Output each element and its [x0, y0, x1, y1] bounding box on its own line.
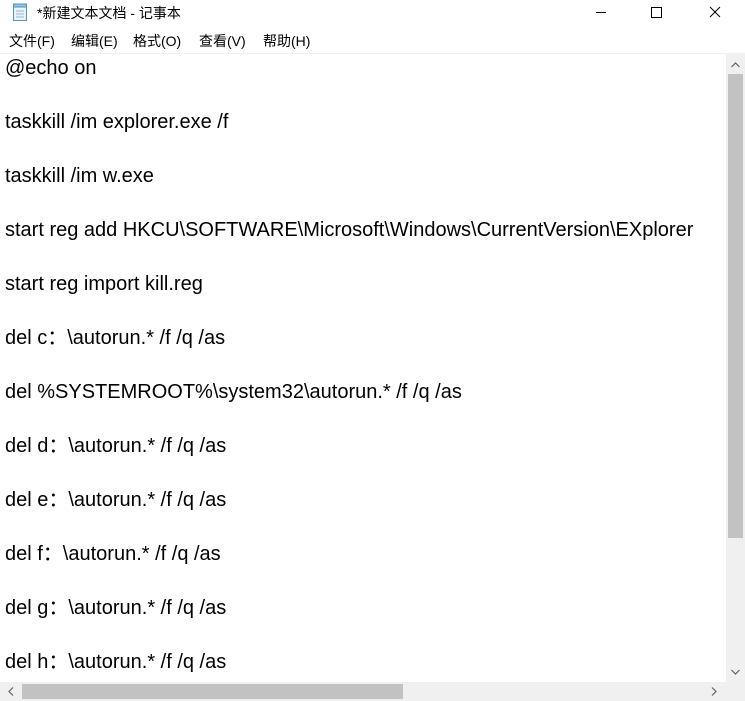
chevron-left-icon	[7, 687, 13, 696]
minimize-icon	[596, 12, 606, 13]
text-editor[interactable]: @echo on taskkill /im explorer.exe /f ta…	[0, 54, 726, 682]
editor-line: del d：\autorun.* /f /q /as	[5, 435, 227, 457]
scrollbar-corner	[726, 682, 745, 701]
chevron-right-icon	[711, 687, 717, 696]
editor-line: @echo on	[5, 57, 97, 79]
menu-file[interactable]: 文件(F)	[9, 31, 55, 51]
menu-bar: 文件(F) 编辑(E) 格式(O) 查看(V) 帮助(H)	[0, 29, 745, 51]
menu-view[interactable]: 查看(V)	[199, 31, 246, 51]
scroll-right-button[interactable]	[705, 682, 722, 701]
horizontal-scroll-thumb[interactable]	[22, 684, 403, 699]
close-button[interactable]	[692, 0, 738, 24]
editor-line: del %SYSTEMROOT%\system32\autorun.* /f /…	[5, 381, 462, 403]
minimize-button[interactable]	[578, 0, 624, 24]
close-icon	[709, 6, 721, 18]
vertical-scrollbar[interactable]	[726, 54, 745, 682]
chevron-down-icon	[731, 669, 740, 675]
menu-format[interactable]: 格式(O)	[133, 31, 181, 51]
editor-line: del e：\autorun.* /f /q /as	[5, 489, 227, 511]
menu-edit[interactable]: 编辑(E)	[71, 31, 118, 51]
scroll-up-button[interactable]	[726, 56, 745, 73]
title-bar[interactable]: *新建文本文档 - 记事本	[0, 0, 745, 24]
maximize-icon	[651, 7, 662, 18]
horizontal-scrollbar[interactable]	[0, 682, 726, 701]
editor-line: del h：\autorun.* /f /q /as	[5, 651, 227, 673]
scroll-left-button[interactable]	[2, 682, 19, 701]
editor-line: taskkill /im w.exe	[5, 165, 154, 187]
notepad-window: *新建文本文档 - 记事本 文件(F) 编辑(E) 格式(O) 查看(V) 帮助…	[0, 0, 745, 701]
editor-line: del c：\autorun.* /f /q /as	[5, 327, 226, 349]
vertical-scroll-thumb[interactable]	[728, 74, 743, 538]
editor-line: start reg add HKCU\SOFTWARE\Microsoft\Wi…	[5, 219, 694, 241]
editor-line: del f：\autorun.* /f /q /as	[5, 543, 221, 565]
maximize-button[interactable]	[633, 0, 679, 24]
editor-line: del g：\autorun.* /f /q /as	[5, 597, 227, 619]
scroll-down-button[interactable]	[726, 663, 745, 680]
editor-line: start reg import kill.reg	[5, 273, 203, 295]
editor-line: taskkill /im explorer.exe /f	[5, 111, 229, 133]
notepad-icon	[13, 3, 27, 21]
menu-help[interactable]: 帮助(H)	[263, 31, 310, 51]
window-title: *新建文本文档 - 记事本	[37, 5, 181, 21]
chevron-up-icon	[731, 61, 740, 67]
